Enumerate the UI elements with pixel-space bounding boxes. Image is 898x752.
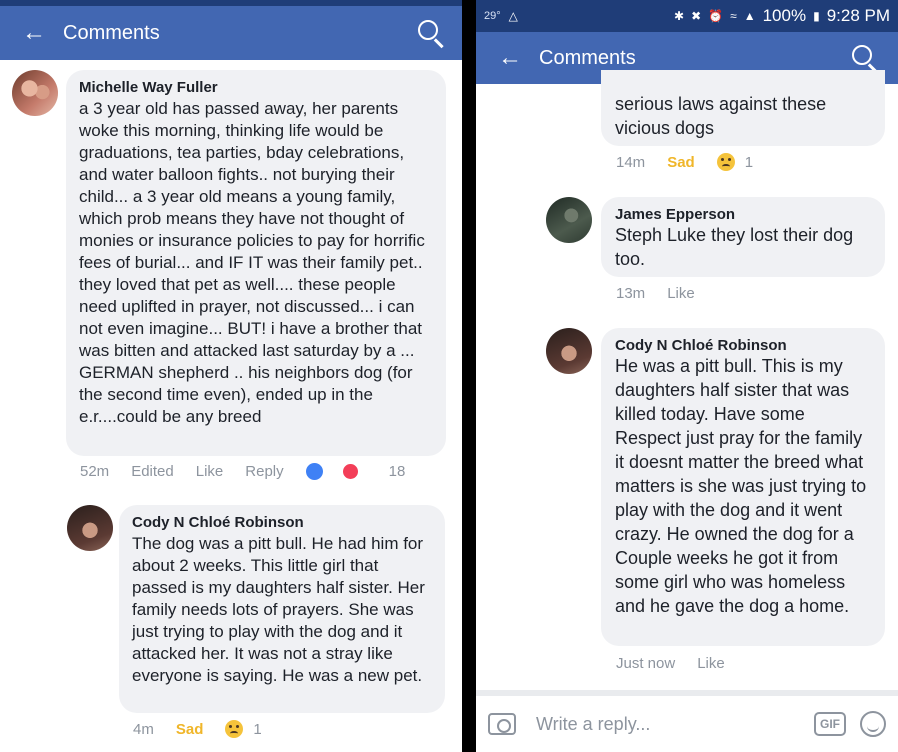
temperature: 29° bbox=[484, 10, 501, 22]
alarm-icon: ⏰ bbox=[708, 9, 724, 23]
right-screen: 29° △ ✱ ✖ ⏰ ≈ ▲ 100% ▮ 9:28 PM ← Comment… bbox=[476, 0, 898, 752]
reply-composer: Write a reply... GIF bbox=[476, 690, 898, 752]
comment-meta: 14m Sad 1 bbox=[616, 153, 775, 171]
reaction-count: 18 bbox=[388, 463, 406, 480]
comment-author[interactable]: Cody N Chloé Robinson bbox=[132, 514, 433, 531]
edited-label[interactable]: Edited bbox=[131, 463, 174, 480]
avatar[interactable] bbox=[12, 70, 58, 116]
comment-time: 4m bbox=[133, 720, 154, 738]
sad-reaction-label[interactable]: Sad bbox=[667, 154, 695, 171]
search-icon[interactable] bbox=[416, 18, 446, 48]
comment-time: 13m bbox=[616, 285, 646, 302]
comment-author[interactable]: Cody N Chloé Robinson bbox=[615, 337, 873, 354]
left-screen: ← Comments Michelle Way Fuller a 3 year … bbox=[0, 0, 462, 752]
comment-time: Just now bbox=[616, 655, 676, 672]
comment-meta: Just now Like bbox=[616, 655, 747, 672]
wifi-icon: ≈ bbox=[730, 9, 737, 23]
sticker-icon[interactable] bbox=[860, 711, 886, 737]
bluetooth-icon: ✱ bbox=[674, 9, 685, 23]
avatar[interactable] bbox=[67, 505, 113, 551]
page-title: Comments bbox=[63, 21, 160, 44]
comment-bubble: serious laws against these vicious dogs bbox=[601, 70, 885, 146]
signal-icon: ▲ bbox=[743, 9, 756, 23]
comment-text: Steph Luke they lost their dog too. bbox=[615, 225, 854, 269]
clock: 9:28 PM bbox=[826, 6, 890, 25]
mute-icon: ✖ bbox=[691, 9, 702, 23]
comment-author[interactable]: Michelle Way Fuller bbox=[79, 79, 432, 96]
battery-percent: 100% bbox=[762, 6, 807, 25]
like-button[interactable]: Like bbox=[697, 655, 725, 672]
like-button[interactable]: Like bbox=[196, 463, 224, 480]
reply-input[interactable]: Write a reply... bbox=[536, 714, 814, 735]
reply-button[interactable]: Reply bbox=[245, 463, 283, 480]
warning-icon: △ bbox=[508, 9, 518, 23]
comment-time: 14m bbox=[616, 153, 646, 171]
battery-icon: ▮ bbox=[813, 9, 820, 23]
avatar[interactable] bbox=[546, 197, 592, 243]
sad-reaction-label[interactable]: Sad bbox=[176, 721, 204, 738]
page-title: Comments bbox=[539, 46, 636, 69]
comment-meta: 52m Edited Like Reply 18 bbox=[80, 463, 427, 480]
status-bar: 29° △ ✱ ✖ ⏰ ≈ ▲ 100% ▮ 9:28 PM bbox=[476, 0, 898, 32]
reaction-count: 1 bbox=[253, 720, 262, 738]
gif-button[interactable]: GIF bbox=[814, 712, 846, 736]
like-button[interactable]: Like bbox=[667, 285, 695, 302]
comment-bubble: Cody N Chloé Robinson The dog was a pitt… bbox=[119, 505, 445, 713]
camera-icon[interactable] bbox=[488, 713, 516, 735]
comments-header: ← Comments bbox=[0, 6, 462, 60]
search-icon[interactable] bbox=[850, 43, 880, 73]
comment-text: serious laws against these vicious dogs bbox=[615, 94, 827, 138]
comment-text: a 3 year old has passed away, her parent… bbox=[79, 99, 425, 426]
comment-bubble: Cody N Chloé Robinson He was a pitt bull… bbox=[601, 328, 885, 646]
reaction-count: 1 bbox=[744, 153, 754, 171]
comment-bubble: James Epperson Steph Luke they lost thei… bbox=[601, 197, 885, 277]
comment-meta: 13m Like bbox=[616, 285, 717, 302]
comment-time: 52m bbox=[80, 463, 110, 480]
comment-author[interactable]: James Epperson bbox=[615, 206, 873, 223]
sad-emoji-icon bbox=[225, 720, 244, 738]
comment-text: He was a pitt bull. This is my daughters… bbox=[615, 356, 867, 616]
back-arrow-icon[interactable]: ← bbox=[498, 44, 536, 72]
comment-text: The dog was a pitt bull. He had him for … bbox=[132, 534, 425, 685]
sad-emoji-icon bbox=[716, 153, 735, 171]
comment-bubble: Michelle Way Fuller a 3 year old has pas… bbox=[66, 70, 446, 456]
comment-meta: 4m Sad 1 bbox=[133, 720, 284, 738]
back-arrow-icon[interactable]: ← bbox=[22, 19, 60, 47]
avatar[interactable] bbox=[546, 328, 592, 374]
reactions-icon[interactable] bbox=[305, 463, 381, 480]
